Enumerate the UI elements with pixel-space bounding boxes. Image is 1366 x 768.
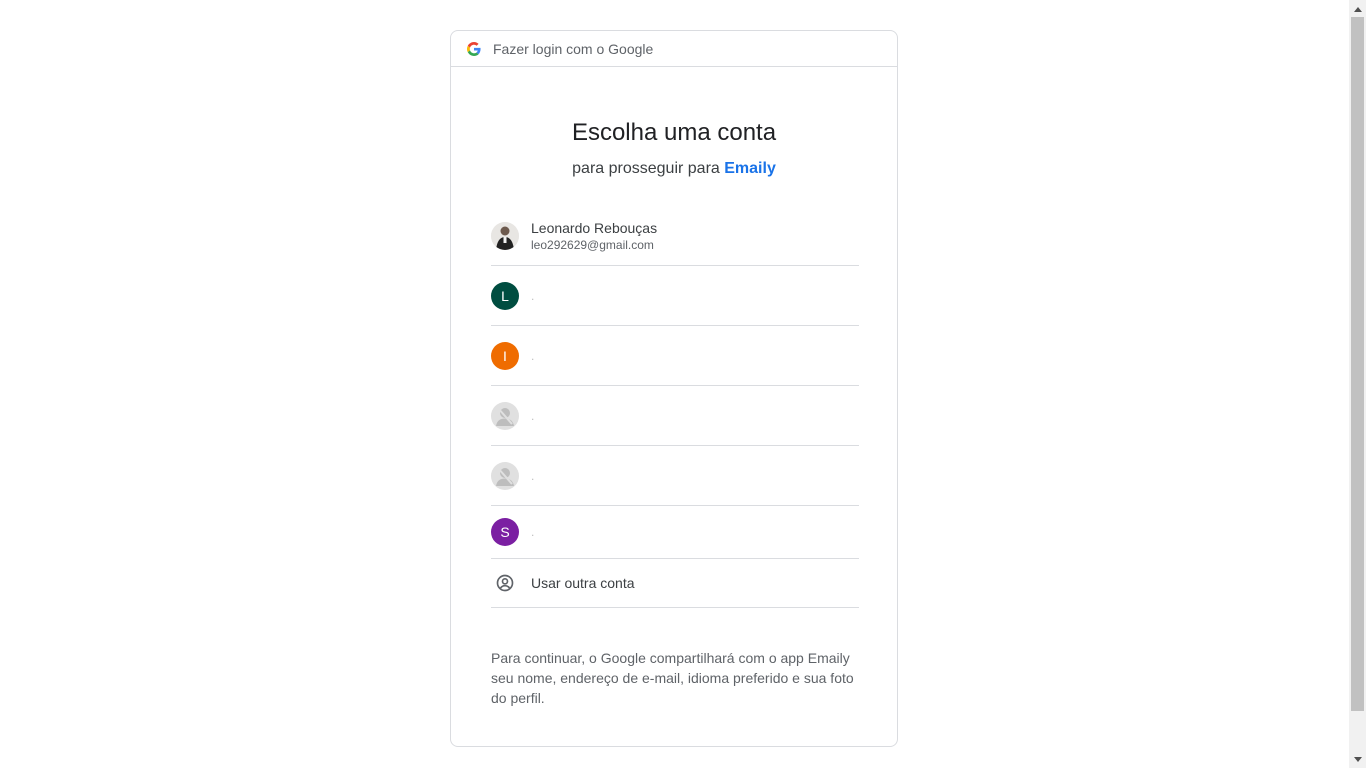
- avatar: L: [491, 281, 519, 310]
- page-title: Escolha uma conta: [571, 119, 777, 146]
- account-circle-icon: [491, 569, 519, 597]
- header-title: Fazer login com o Google: [493, 40, 654, 57]
- page-subtitle: para prosseguir para Emaily: [451, 160, 897, 178]
- account-placeholder-text: .: [531, 525, 535, 539]
- subtitle-prefix: para prosseguir para: [572, 160, 720, 177]
- account-row-default-2[interactable]: .: [491, 446, 859, 506]
- account-row-s[interactable]: S .: [491, 506, 859, 559]
- account-placeholder-text: .: [531, 348, 535, 363]
- use-another-account-button[interactable]: Usar outra conta: [491, 559, 859, 608]
- avatar: I: [491, 341, 519, 370]
- app-name-link[interactable]: Emaily: [724, 160, 776, 177]
- account-placeholder-text: .: [531, 468, 535, 483]
- google-logo-icon: [467, 41, 481, 56]
- use-another-account-label: Usar outra conta: [531, 575, 635, 591]
- account-row-i[interactable]: I .: [491, 326, 859, 386]
- account-email: leo292629@gmail.com: [531, 237, 654, 252]
- account-list: Leonardo Rebouças leo292629@gmail.com L …: [491, 206, 859, 608]
- account-name: Leonardo Rebouças: [531, 219, 658, 236]
- sign-in-card: Fazer login com o Google Escolha uma con…: [450, 30, 898, 747]
- scroll-up-icon[interactable]: [1349, 0, 1366, 17]
- account-placeholder-text: .: [531, 288, 535, 303]
- privacy-disclaimer: Para continuar, o Google compartilhará c…: [491, 650, 854, 706]
- avatar: [491, 221, 519, 250]
- account-row-default-1[interactable]: .: [491, 386, 859, 446]
- profile-photo-icon: [491, 221, 519, 250]
- vertical-scrollbar[interactable]: [1349, 0, 1366, 768]
- account-placeholder-text: .: [531, 408, 535, 423]
- avatar: S: [491, 518, 519, 546]
- default-person-icon: [491, 401, 519, 430]
- account-row-leonardo[interactable]: Leonardo Rebouças leo292629@gmail.com: [491, 206, 859, 266]
- account-row-l[interactable]: L .: [491, 266, 859, 326]
- scrollbar-thumb[interactable]: [1351, 17, 1364, 711]
- scroll-down-icon[interactable]: [1349, 751, 1366, 768]
- card-header: Fazer login com o Google: [451, 31, 897, 67]
- default-person-icon: [491, 461, 519, 490]
